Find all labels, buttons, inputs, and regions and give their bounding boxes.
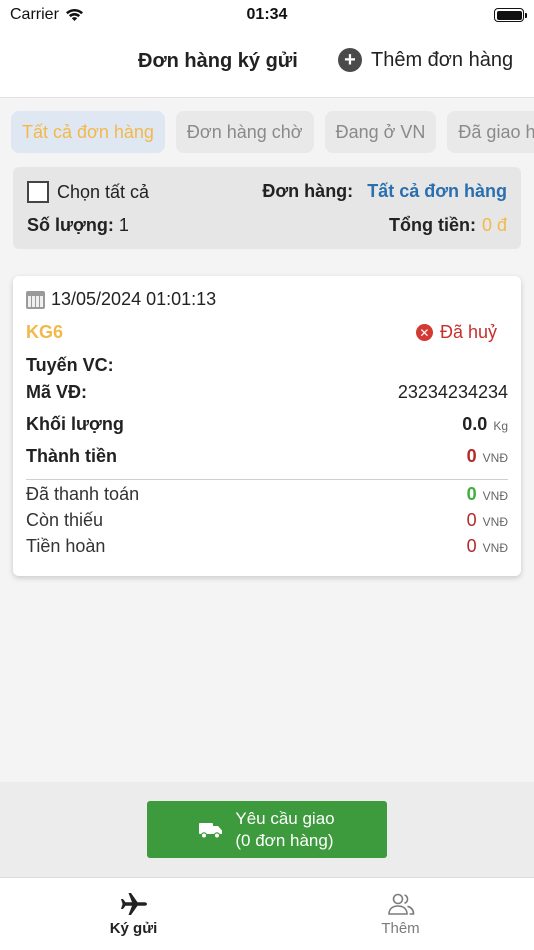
tab-in-vn[interactable]: Đang ở VN [324, 111, 437, 153]
users-icon [387, 893, 414, 915]
select-all-checkbox[interactable]: Chọn tất cả [27, 181, 149, 203]
order-card[interactable]: 13/05/2024 01:01:13 KG6 ✕ Đã huỷ Tuyến V… [13, 276, 521, 576]
total-label: Tổng tiền: [388, 215, 476, 235]
refund-row: Tiền hoàn 0 VNĐ [26, 536, 508, 557]
request-delivery-button[interactable]: Yêu cầu giao (0 đơn hàng) [147, 801, 387, 858]
route-label: Tuyến VC: [26, 355, 114, 375]
tracking-label: Mã VĐ: [26, 382, 88, 402]
status-bar: Carrier 01:34 [0, 0, 534, 30]
tracking-row: Mã VĐ: 23234234234 [26, 382, 508, 403]
missing-currency: VNĐ [482, 515, 508, 529]
plus-circle-icon: + [338, 48, 362, 72]
tab-pending-orders[interactable]: Đơn hàng chờ [175, 111, 314, 153]
paid-row: Đã thanh toán 0 VNĐ [26, 484, 508, 505]
cancel-icon: ✕ [415, 324, 433, 341]
order-code: KG6 [26, 322, 64, 342]
order-summary: Chọn tất cả Đơn hàng: Tất cả đơn hàng Số… [13, 167, 521, 249]
select-all-label: Chọn tất cả [57, 181, 150, 202]
weight-unit: Kg [493, 419, 508, 433]
amount-label: Thành tiền [26, 446, 117, 466]
nav-header: Đơn hàng ký gửi + Thêm đơn hàng [0, 30, 534, 98]
page-title: Đơn hàng ký gửi [138, 50, 298, 72]
request-button-line1: Yêu cầu giao [235, 808, 335, 828]
bottom-action-area: Yêu cầu giao (0 đơn hàng) [0, 782, 534, 877]
amount-row: Thành tiền 0 VNĐ [26, 446, 508, 467]
tabbar-label-ky-gui: Ký gửi [109, 920, 158, 937]
refund-currency: VNĐ [482, 541, 508, 555]
paid-value: 0 [466, 484, 477, 504]
calendar-icon [26, 290, 45, 309]
status-badge: ✕ Đã huỷ [415, 322, 497, 343]
tracking-value: 23234234234 [397, 382, 508, 402]
checkbox-icon[interactable] [27, 181, 49, 203]
missing-row: Còn thiếu 0 VNĐ [26, 510, 508, 531]
carrier-label: Carrier [10, 6, 59, 23]
weight-row: Khối lượng 0.0 Kg [26, 414, 508, 435]
tab-all-orders[interactable]: Tất cả đơn hàng [11, 111, 165, 153]
tabbar-item-ky-gui[interactable]: Ký gửi [0, 878, 267, 950]
tab-delivered[interactable]: Đã giao hàng [447, 111, 534, 153]
quantity-label: Số lượng: [27, 215, 114, 235]
order-filter-label: Đơn hàng: [262, 181, 354, 201]
missing-label: Còn thiếu [26, 510, 104, 530]
filter-tabs-container: Tất cả đơn hàng Đơn hàng chờ Đang ở VN Đ… [0, 100, 534, 162]
total-amount: Tổng tiền: 0 đ [389, 215, 507, 236]
refund-label: Tiền hoàn [26, 536, 106, 556]
divider [26, 479, 508, 480]
truck-icon [199, 822, 223, 839]
paid-currency: VNĐ [482, 489, 508, 503]
quantity-value: 1 [118, 215, 129, 235]
amount-currency: VNĐ [482, 451, 508, 465]
amount-value: 0 [466, 446, 477, 466]
request-button-text: Yêu cầu giao (0 đơn hàng) [235, 808, 334, 852]
weight-label: Khối lượng [26, 414, 124, 434]
request-button-line2: (0 đơn hàng) [235, 830, 334, 850]
add-order-button[interactable]: + Thêm đơn hàng [338, 48, 513, 72]
tabbar-label-them: Thêm [381, 920, 420, 937]
weight-value: 0.0 [462, 414, 488, 434]
order-filter: Đơn hàng: Tất cả đơn hàng [262, 181, 507, 202]
total-value: 0 đ [481, 215, 507, 235]
route-row: Tuyến VC: [26, 355, 508, 376]
status-label: Đã huỷ [439, 322, 497, 342]
battery-icon [494, 8, 527, 22]
airplane-icon [120, 893, 147, 915]
tabbar-item-them[interactable]: Thêm [267, 878, 534, 950]
quantity: Số lượng: 1 [27, 215, 129, 236]
order-filter-value[interactable]: Tất cả đơn hàng [367, 181, 507, 202]
refund-value: 0 [466, 536, 477, 556]
order-date-value: 13/05/2024 01:01:13 [51, 289, 217, 309]
wifi-icon [65, 8, 83, 21]
missing-value: 0 [466, 510, 477, 530]
order-date: 13/05/2024 01:01:13 [26, 289, 216, 310]
paid-label: Đã thanh toán [26, 484, 140, 504]
add-order-label: Thêm đơn hàng [371, 48, 514, 71]
tab-bar: Ký gửi Thêm [0, 877, 534, 950]
filter-tabs: Tất cả đơn hàng Đơn hàng chờ Đang ở VN Đ… [11, 111, 534, 153]
status-left: Carrier [10, 6, 84, 24]
